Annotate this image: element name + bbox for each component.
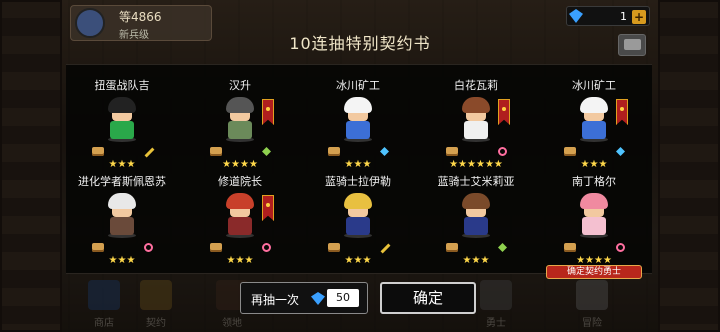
draw-results-panel: 扭蛋战队吉 ★★★ 汉升 ★★★★ 冰川矿工 ★★★ 白花瓦莉 ★★★★★★ 冰川矿工 ★★★ 进化… (66, 64, 652, 279)
scroll-icon (446, 147, 458, 156)
confirm-hero-tag: 确定契约勇士 (546, 265, 642, 279)
hero-name: 汉升 (229, 79, 251, 92)
hero-sprite (222, 97, 258, 142)
hero-sprite (458, 193, 494, 238)
hero-sprite (340, 97, 376, 142)
scroll-icon (564, 243, 576, 252)
hero-card[interactable]: 冰川矿工 ★★★ (308, 77, 408, 179)
rank-banner-icon (498, 99, 510, 125)
star-rating: ★★★ (462, 255, 490, 266)
hero-card[interactable]: 汉升 ★★★★ (190, 77, 290, 179)
scroll-icon (564, 147, 576, 156)
hero-card[interactable]: 蓝骑士拉伊勒 ★★★ (308, 173, 408, 275)
hero-sprite (340, 193, 376, 238)
rank-banner-icon (262, 99, 274, 125)
hero-name: 扭蛋战队吉 (94, 79, 150, 92)
ice-icon (380, 147, 389, 156)
rank-banner-icon (616, 99, 628, 125)
bolt-icon (498, 147, 507, 156)
page-title: 10连抽特别契约书 (289, 34, 431, 53)
hero-name: 蓝骑士艾米莉亚 (437, 175, 515, 188)
star-rating: ★★★★ (222, 159, 258, 170)
scroll-icon (210, 147, 222, 156)
add-gems-button[interactable]: + (632, 10, 646, 24)
star-rating: ★★★ (580, 159, 608, 170)
gem-counter: 1 + (566, 6, 650, 26)
hero-card[interactable]: 冰川矿工 ★★★ (544, 77, 644, 179)
scroll-icon (210, 243, 222, 252)
bolt-icon (144, 243, 153, 252)
star-rating: ★★★ (344, 255, 372, 266)
bolt-icon (262, 243, 271, 252)
star-rating: ★★★ (226, 255, 254, 266)
hero-name: 冰川矿工 (572, 79, 616, 92)
player-name: 等4866 (119, 10, 162, 24)
hero-name: 蓝骑士拉伊勒 (325, 175, 391, 188)
hero-sprite (104, 97, 140, 142)
hero-sprite (458, 97, 494, 142)
hero-card[interactable]: 扭蛋战队吉 ★★★ (72, 77, 172, 179)
hero-name: 进化学者斯佩恩苏 (78, 175, 166, 188)
hero-sprite (576, 193, 612, 238)
star-rating: ★★★ (108, 159, 136, 170)
sword-icon (144, 147, 155, 158)
ice-icon (616, 147, 625, 156)
redraw-button[interactable]: 再抽一次 50 (240, 282, 368, 314)
leaf-icon (262, 147, 271, 156)
star-rating: ★★★★★★ (449, 159, 503, 170)
hero-card[interactable]: 蓝骑士艾米莉亚 ★★★ (426, 173, 526, 275)
rank-banner-icon (262, 195, 274, 221)
hero-name: 修道院长 (218, 175, 262, 188)
hero-name: 南丁格尔 (572, 175, 616, 188)
scroll-icon (328, 147, 340, 156)
bolt-icon (616, 243, 625, 252)
hero-card[interactable]: 修道院长 ★★★ (190, 173, 290, 275)
hero-name: 冰川矿工 (336, 79, 380, 92)
scroll-icon (92, 243, 104, 252)
hero-card[interactable]: 南丁格尔 ★★★★ 确定契约勇士 (544, 173, 644, 279)
sword-icon (380, 243, 391, 254)
hero-name: 白花瓦莉 (454, 79, 498, 92)
scroll-icon (328, 243, 340, 252)
star-rating: ★★★ (344, 159, 372, 170)
gem-icon (569, 9, 583, 23)
redraw-label: 再抽一次 (251, 293, 300, 307)
leaf-icon (498, 243, 507, 252)
scroll-icon (92, 147, 104, 156)
hero-card[interactable]: 白花瓦莉 ★★★★★★ (426, 77, 526, 179)
hero-sprite (576, 97, 612, 142)
gem-count: 1 (620, 10, 627, 23)
gem-icon (311, 292, 325, 305)
hero-card[interactable]: 进化学者斯佩恩苏 ★★★ (72, 173, 172, 275)
scroll-icon (446, 243, 458, 252)
hero-sprite (104, 193, 140, 238)
hero-sprite (222, 193, 258, 238)
redraw-price: 50 (327, 289, 359, 307)
star-rating: ★★★ (108, 255, 136, 266)
confirm-button[interactable]: 确定 (380, 282, 476, 314)
